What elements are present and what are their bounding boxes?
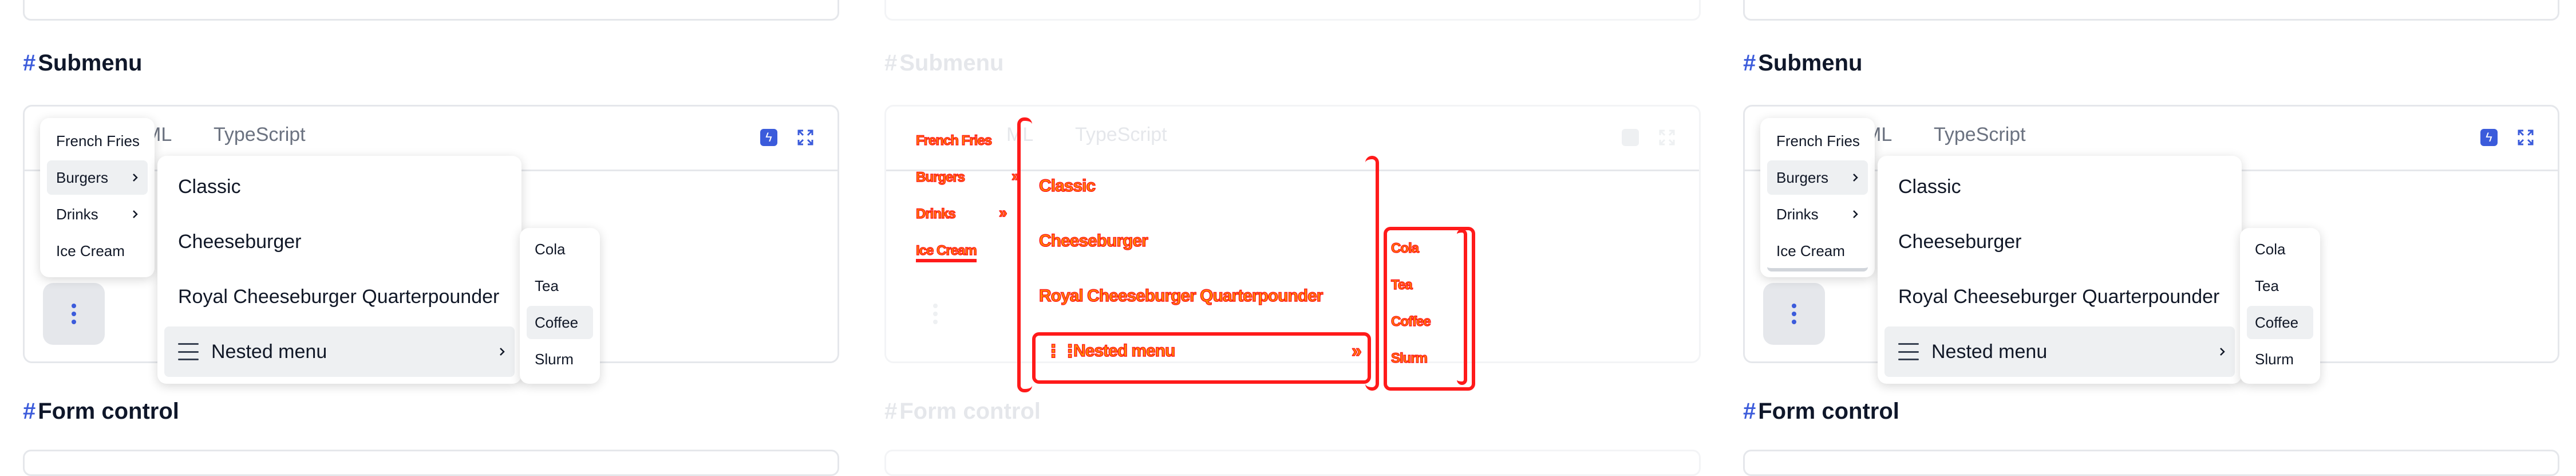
debug-bracket — [1032, 332, 1371, 384]
tab-bar: ML TypeScript ϟ — [886, 107, 1699, 171]
debug-bracket — [1017, 117, 1032, 392]
debug-bracket — [1457, 229, 1467, 385]
form-control-heading: # Form control — [23, 399, 179, 424]
menu-item-french-fries[interactable]: French Fries — [47, 124, 148, 158]
bolt-icon[interactable]: ϟ — [2479, 127, 2499, 148]
debug-label-ice-cream: Ice Cream — [915, 242, 977, 262]
submenu-heading: # Submenu — [1743, 50, 1863, 76]
previous-demo-card — [23, 0, 839, 21]
menu-item-burgers[interactable]: Burgers — [1767, 160, 1868, 195]
previous-demo-card — [884, 0, 1701, 21]
menu-item-cheeseburger[interactable]: Cheeseburger — [1884, 217, 2235, 267]
menu-item-ice-cream[interactable]: Ice Cream — [1767, 234, 1868, 272]
form-control-card — [884, 450, 1701, 476]
submenu-heading: # Submenu — [884, 50, 1004, 76]
kebab-icon — [933, 304, 938, 324]
bolt-icon[interactable]: ϟ — [758, 127, 779, 148]
kebab-menu-button[interactable] — [904, 283, 966, 345]
menu-item-ice-cream[interactable]: Ice Cream — [47, 234, 148, 268]
form-control-card — [1743, 450, 2559, 476]
kebab-icon — [72, 304, 76, 324]
menu-item-slurm[interactable]: Slurm — [2247, 343, 2313, 376]
debug-label-classic: Classic — [1038, 176, 1096, 196]
kebab-menu-button[interactable] — [1763, 283, 1825, 345]
form-control-card — [23, 450, 839, 476]
debug-bracket — [1365, 156, 1379, 391]
panel-right: # Submenu ML TypeScript ϟ French Fries Bu… — [1743, 0, 2573, 476]
debug-label-french-fries: French Fries — [915, 132, 993, 149]
menu-item-nested-menu[interactable]: Nested menu — [164, 326, 515, 377]
submenu-heading: # Submenu — [23, 50, 143, 76]
menu-item-burgers[interactable]: Burgers — [47, 160, 148, 195]
menu-item-coffee[interactable]: Coffee — [527, 306, 593, 339]
menu-item-royal-cheeseburger[interactable]: Royal Cheeseburger Quarterpounder — [1884, 272, 2235, 322]
chevron-right-icon — [1851, 173, 1860, 182]
debug-chevron: » — [998, 203, 1008, 222]
form-control-heading: # Form control — [1743, 399, 1899, 424]
kebab-icon — [1792, 304, 1796, 324]
previous-demo-card — [1743, 0, 2559, 21]
chevron-right-icon — [1851, 210, 1860, 219]
menu-item-french-fries[interactable]: French Fries — [1767, 124, 1868, 158]
panel-middle-debug: # Submenu ML TypeScript ϟ French Fries Bu… — [884, 0, 1714, 476]
menu-item-cola[interactable]: Cola — [2247, 233, 2313, 266]
hamburger-icon — [1898, 343, 1919, 360]
menu-item-tea[interactable]: Tea — [2247, 269, 2313, 302]
debug-label-drinks: Drinks — [915, 206, 956, 222]
menu-item-tea[interactable]: Tea — [527, 269, 593, 302]
expand-icon[interactable] — [1657, 127, 1677, 148]
menu-item-drinks[interactable]: Drinks — [47, 197, 148, 231]
menu-item-cola[interactable]: Cola — [527, 233, 593, 266]
form-control-heading: # Form control — [884, 399, 1041, 424]
menu-level-1: French Fries Burgers Drinks Ice Cream — [40, 118, 155, 277]
menu-item-royal-cheeseburger[interactable]: Royal Cheeseburger Quarterpounder — [164, 272, 515, 322]
tab-typescript[interactable]: TypeScript — [1934, 124, 2026, 146]
menu-item-cheeseburger[interactable]: Cheeseburger — [164, 217, 515, 267]
panel-left: # Submenu ML TypeScript ϟ French Fries Bu… — [23, 0, 853, 476]
menu-item-coffee[interactable]: Coffee — [2247, 306, 2313, 339]
kebab-menu-button[interactable] — [43, 283, 105, 345]
menu-item-classic[interactable]: Classic — [164, 162, 515, 212]
chevron-right-icon — [131, 173, 140, 182]
menu-item-nested-menu[interactable]: Nested menu — [1884, 326, 2235, 377]
bolt-icon[interactable]: ϟ — [1620, 127, 1641, 148]
menu-level-1: French Fries Burgers Drinks Ice Cream — [1760, 118, 1875, 277]
menu-level-3: Cola Tea Coffee Slurm — [520, 228, 600, 384]
tab-typescript[interactable]: TypeScript — [1075, 124, 1167, 146]
tab-typescript[interactable]: TypeScript — [214, 124, 306, 146]
expand-icon[interactable] — [795, 127, 816, 148]
debug-label-burgers: Burgers — [915, 169, 966, 186]
menu-item-drinks[interactable]: Drinks — [1767, 197, 1868, 231]
menu-level-2: Classic Cheeseburger Royal Cheeseburger … — [1878, 156, 2242, 384]
menu-level-3: Cola Tea Coffee Slurm — [2240, 228, 2320, 384]
chevron-right-icon — [131, 210, 140, 219]
chevron-right-icon — [497, 347, 507, 356]
demo-card: ML TypeScript ϟ — [884, 105, 1701, 363]
expand-icon[interactable] — [2515, 127, 2536, 148]
chevron-right-icon — [2218, 347, 2227, 356]
debug-label-royal: Royal Cheeseburger Quarterpounder — [1038, 286, 1323, 306]
menu-level-2: Classic Cheeseburger Royal Cheeseburger … — [157, 156, 521, 384]
hamburger-icon — [178, 343, 199, 360]
debug-label-cheeseburger: Cheeseburger — [1038, 231, 1148, 251]
menu-item-slurm[interactable]: Slurm — [527, 343, 593, 376]
menu-item-classic[interactable]: Classic — [1884, 162, 2235, 212]
